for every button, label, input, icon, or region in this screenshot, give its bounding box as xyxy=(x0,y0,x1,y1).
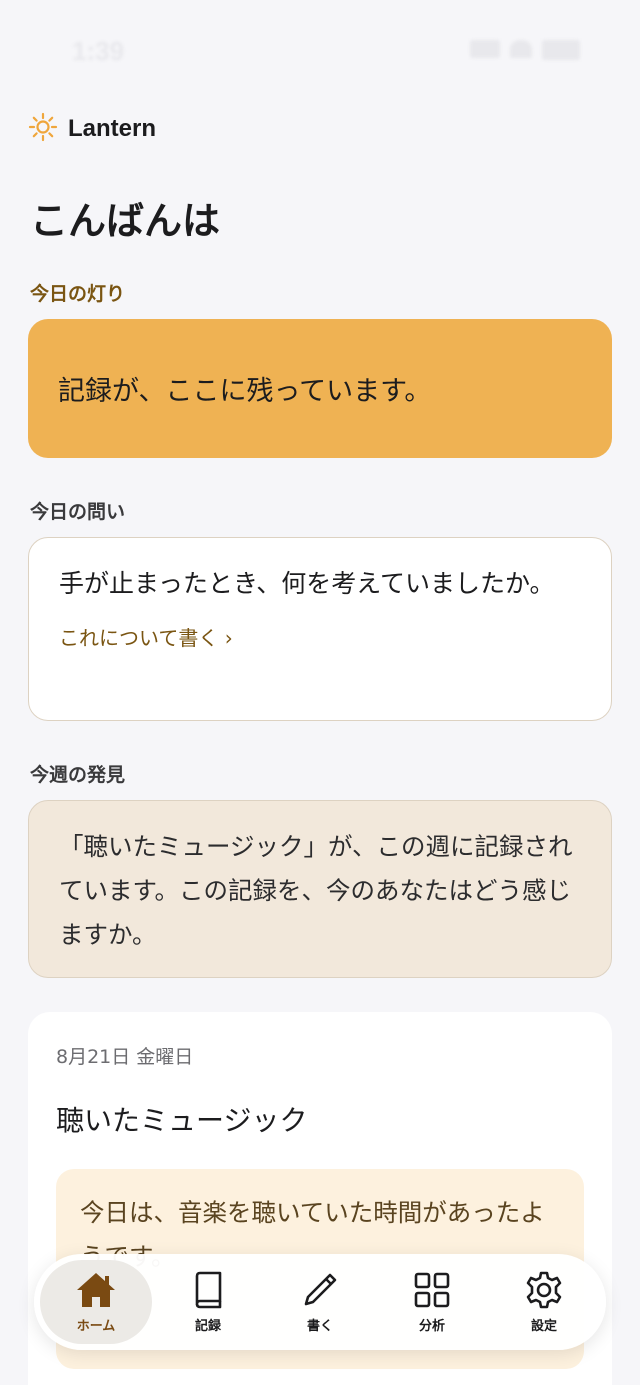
grid-icon xyxy=(412,1270,452,1310)
pencil-icon xyxy=(300,1270,340,1310)
tab-label: ホーム xyxy=(76,1319,116,1334)
tab-write[interactable]: 書く xyxy=(264,1260,376,1344)
today-question-card: 手が止まったとき、何を考えていましたか。 これについて書く › xyxy=(28,537,612,721)
status-icons xyxy=(470,40,580,60)
greeting-title: こんばんは xyxy=(30,199,221,243)
status-bar: 1:39 xyxy=(0,30,640,74)
today-question-label: 今日の問い xyxy=(30,501,126,523)
wifi-icon xyxy=(510,40,532,58)
entry-date: 8月21日 金曜日 xyxy=(56,1046,194,1068)
weekly-discovery-card[interactable]: 「聴いたミュージック」が、この週に記録されています。この記録を、今のあなたはどう… xyxy=(28,800,612,978)
home-icon xyxy=(74,1270,118,1310)
weekly-discovery-text: 「聴いたミュージック」が、この週に記録されています。この記録を、今のあなたはどう… xyxy=(59,832,573,949)
app-header: Lantern xyxy=(28,112,156,146)
today-light-card[interactable]: 記録が、ここに残っています。 xyxy=(28,319,612,458)
tab-home[interactable]: ホーム xyxy=(40,1260,152,1344)
tab-label: 設定 xyxy=(530,1319,557,1334)
tab-analysis[interactable]: 分析 xyxy=(376,1260,488,1344)
weekly-discovery-label: 今週の発見 xyxy=(30,764,126,786)
tab-label: 記録 xyxy=(194,1319,221,1334)
tab-label: 書く xyxy=(306,1319,333,1334)
tab-records[interactable]: 記録 xyxy=(152,1260,264,1344)
today-light-text: 記録が、ここに残っています。 xyxy=(58,376,432,407)
today-light-label: 今日の灯り xyxy=(30,283,126,305)
today-question-text: 手が止まったとき、何を考えていましたか。 xyxy=(59,569,555,598)
entry-title: 聴いたミュージック xyxy=(56,1104,308,1137)
write-about-this-link[interactable]: これについて書く › xyxy=(59,622,233,651)
signal-icon xyxy=(470,40,500,58)
gear-icon xyxy=(524,1270,564,1310)
sun-icon xyxy=(28,112,58,146)
app-name: Lantern xyxy=(68,115,157,142)
tab-bar: ホーム 記録 書く 分析 設定 xyxy=(34,1254,606,1350)
battery-icon xyxy=(542,40,580,60)
status-time: 1:39 xyxy=(72,36,125,66)
tab-settings[interactable]: 設定 xyxy=(488,1260,600,1344)
tab-label: 分析 xyxy=(418,1319,445,1334)
book-icon xyxy=(188,1270,228,1310)
